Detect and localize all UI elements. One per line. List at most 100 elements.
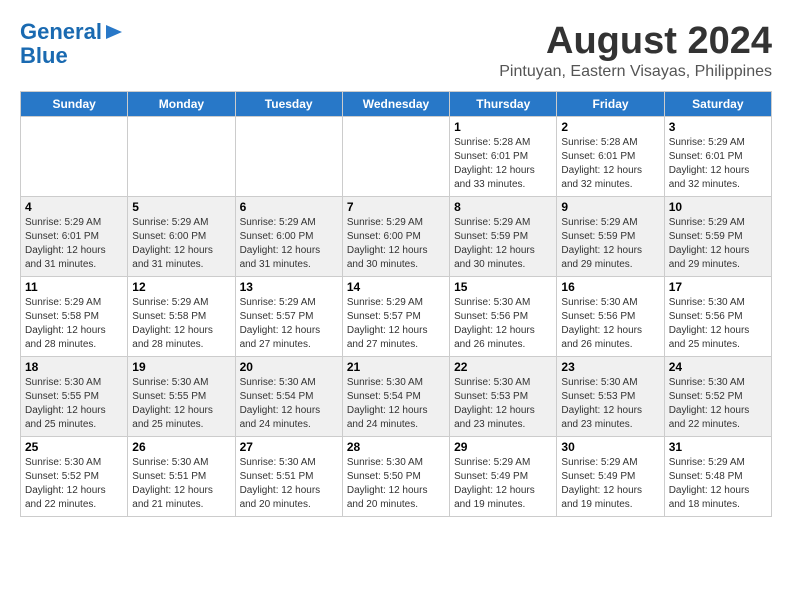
calendar-cell: 8 Sunrise: 5:29 AM Sunset: 5:59 PM Daylig… (450, 197, 557, 277)
day-info: Sunrise: 5:29 AM Sunset: 5:58 PM Dayligh… (132, 297, 213, 350)
calendar-cell: 25 Sunrise: 5:30 AM Sunset: 5:52 PM Dayli… (21, 437, 128, 517)
calendar-cell: 24Sunrise: 5:30 AM Sunset: 5:52 PM Dayli… (664, 357, 771, 437)
calendar-cell: 6 Sunrise: 5:29 AM Sunset: 6:00 PM Daylig… (235, 197, 342, 277)
day-number: 31 (669, 440, 767, 454)
logo: General Blue (20, 20, 122, 68)
calendar-cell: 30 Sunrise: 5:29 AM Sunset: 5:49 PM Dayli… (557, 437, 664, 517)
day-info: Sunrise: 5:30 AM Sunset: 5:52 PM Dayligh… (25, 457, 106, 510)
calendar-cell: 13Sunrise: 5:29 AM Sunset: 5:57 PM Dayli… (235, 277, 342, 357)
day-info: Sunrise: 5:30 AM Sunset: 5:54 PM Dayligh… (347, 377, 428, 430)
calendar-cell: 9 Sunrise: 5:29 AM Sunset: 5:59 PM Daylig… (557, 197, 664, 277)
day-info: Sunrise: 5:29 AM Sunset: 6:00 PM Dayligh… (347, 217, 428, 270)
month-title: August 2024 (499, 20, 772, 63)
day-number: 1 (454, 120, 552, 134)
day-info: Sunrise: 5:30 AM Sunset: 5:56 PM Dayligh… (669, 297, 750, 350)
day-header-thursday: Thursday (450, 92, 557, 117)
day-info: Sunrise: 5:30 AM Sunset: 5:56 PM Dayligh… (561, 297, 642, 350)
day-header-sunday: Sunday (21, 92, 128, 117)
day-number: 29 (454, 440, 552, 454)
logo-flag-icon (104, 25, 122, 39)
calendar-cell: 29 Sunrise: 5:29 AM Sunset: 5:49 PM Dayli… (450, 437, 557, 517)
day-number: 25 (25, 440, 123, 454)
day-number: 13 (240, 280, 338, 294)
calendar-table: SundayMondayTuesdayWednesdayThursdayFrid… (20, 91, 772, 517)
calendar-cell: 27 Sunrise: 5:30 AM Sunset: 5:51 PM Dayli… (235, 437, 342, 517)
calendar-cell: 23 Sunrise: 5:30 AM Sunset: 5:53 PM Dayli… (557, 357, 664, 437)
day-info: Sunrise: 5:29 AM Sunset: 5:58 PM Dayligh… (25, 297, 106, 350)
logo-general: General (20, 19, 102, 44)
day-info: Sunrise: 5:28 AM Sunset: 6:01 PM Dayligh… (561, 137, 642, 190)
day-info: Sunrise: 5:29 AM Sunset: 5:48 PM Dayligh… (669, 457, 750, 510)
day-info: Sunrise: 5:30 AM Sunset: 5:50 PM Dayligh… (347, 457, 428, 510)
logo-blue-text: Blue (20, 43, 68, 68)
calendar-cell: 26 Sunrise: 5:30 AM Sunset: 5:51 PM Dayli… (128, 437, 235, 517)
day-info: Sunrise: 5:29 AM Sunset: 6:00 PM Dayligh… (132, 217, 213, 270)
day-info: Sunrise: 5:30 AM Sunset: 5:52 PM Dayligh… (669, 377, 750, 430)
day-number: 8 (454, 200, 552, 214)
calendar-week-row: 25 Sunrise: 5:30 AM Sunset: 5:52 PM Dayli… (21, 437, 772, 517)
calendar-cell: 17 Sunrise: 5:30 AM Sunset: 5:56 PM Dayli… (664, 277, 771, 357)
day-info: Sunrise: 5:28 AM Sunset: 6:01 PM Dayligh… (454, 137, 535, 190)
day-info: Sunrise: 5:29 AM Sunset: 5:59 PM Dayligh… (561, 217, 642, 270)
day-info: Sunrise: 5:29 AM Sunset: 6:01 PM Dayligh… (25, 217, 106, 270)
day-number: 27 (240, 440, 338, 454)
calendar-cell: 16Sunrise: 5:30 AM Sunset: 5:56 PM Dayli… (557, 277, 664, 357)
calendar-cell: 1 Sunrise: 5:28 AM Sunset: 6:01 PM Daylig… (450, 117, 557, 197)
day-info: Sunrise: 5:30 AM Sunset: 5:51 PM Dayligh… (132, 457, 213, 510)
day-number: 17 (669, 280, 767, 294)
day-number: 7 (347, 200, 445, 214)
calendar-cell: 28 Sunrise: 5:30 AM Sunset: 5:50 PM Dayli… (342, 437, 449, 517)
calendar-cell: 3Sunrise: 5:29 AM Sunset: 6:01 PM Daylig… (664, 117, 771, 197)
location-title: Pintuyan, Eastern Visayas, Philippines (499, 63, 772, 81)
day-number: 15 (454, 280, 552, 294)
day-number: 23 (561, 360, 659, 374)
calendar-cell (342, 117, 449, 197)
day-header-saturday: Saturday (664, 92, 771, 117)
calendar-week-row: 18 Sunrise: 5:30 AM Sunset: 5:55 PM Dayli… (21, 357, 772, 437)
day-info: Sunrise: 5:29 AM Sunset: 5:57 PM Dayligh… (347, 297, 428, 350)
day-info: Sunrise: 5:29 AM Sunset: 5:49 PM Dayligh… (561, 457, 642, 510)
calendar-cell: 12Sunrise: 5:29 AM Sunset: 5:58 PM Dayli… (128, 277, 235, 357)
logo-blue: Blue (20, 44, 68, 68)
calendar-cell: 2Sunrise: 5:28 AM Sunset: 6:01 PM Daylig… (557, 117, 664, 197)
day-number: 30 (561, 440, 659, 454)
day-number: 19 (132, 360, 230, 374)
day-info: Sunrise: 5:30 AM Sunset: 5:55 PM Dayligh… (132, 377, 213, 430)
calendar-week-row: 1 Sunrise: 5:28 AM Sunset: 6:01 PM Daylig… (21, 117, 772, 197)
day-info: Sunrise: 5:30 AM Sunset: 5:53 PM Dayligh… (561, 377, 642, 430)
calendar-cell: 22 Sunrise: 5:30 AM Sunset: 5:53 PM Dayli… (450, 357, 557, 437)
day-info: Sunrise: 5:29 AM Sunset: 5:59 PM Dayligh… (454, 217, 535, 270)
day-number: 9 (561, 200, 659, 214)
day-info: Sunrise: 5:29 AM Sunset: 5:49 PM Dayligh… (454, 457, 535, 510)
calendar-cell: 15Sunrise: 5:30 AM Sunset: 5:56 PM Dayli… (450, 277, 557, 357)
day-number: 18 (25, 360, 123, 374)
day-number: 6 (240, 200, 338, 214)
calendar-cell: 10Sunrise: 5:29 AM Sunset: 5:59 PM Dayli… (664, 197, 771, 277)
day-number: 14 (347, 280, 445, 294)
day-number: 22 (454, 360, 552, 374)
day-header-tuesday: Tuesday (235, 92, 342, 117)
day-number: 20 (240, 360, 338, 374)
calendar-week-row: 4 Sunrise: 5:29 AM Sunset: 6:01 PM Daylig… (21, 197, 772, 277)
calendar-cell: 19 Sunrise: 5:30 AM Sunset: 5:55 PM Dayli… (128, 357, 235, 437)
calendar-cell: 31 Sunrise: 5:29 AM Sunset: 5:48 PM Dayli… (664, 437, 771, 517)
calendar-cell: 11Sunrise: 5:29 AM Sunset: 5:58 PM Dayli… (21, 277, 128, 357)
day-info: Sunrise: 5:29 AM Sunset: 5:59 PM Dayligh… (669, 217, 750, 270)
calendar-cell: 4 Sunrise: 5:29 AM Sunset: 6:01 PM Daylig… (21, 197, 128, 277)
calendar-cell: 14 Sunrise: 5:29 AM Sunset: 5:57 PM Dayli… (342, 277, 449, 357)
calendar-cell: 5 Sunrise: 5:29 AM Sunset: 6:00 PM Daylig… (128, 197, 235, 277)
day-info: Sunrise: 5:30 AM Sunset: 5:55 PM Dayligh… (25, 377, 106, 430)
logo-text: General (20, 20, 102, 44)
calendar-cell: 18 Sunrise: 5:30 AM Sunset: 5:55 PM Dayli… (21, 357, 128, 437)
day-info: Sunrise: 5:29 AM Sunset: 6:01 PM Dayligh… (669, 137, 750, 190)
day-info: Sunrise: 5:30 AM Sunset: 5:53 PM Dayligh… (454, 377, 535, 430)
day-number: 26 (132, 440, 230, 454)
day-info: Sunrise: 5:30 AM Sunset: 5:51 PM Dayligh… (240, 457, 321, 510)
calendar-cell (21, 117, 128, 197)
day-number: 5 (132, 200, 230, 214)
day-info: Sunrise: 5:29 AM Sunset: 6:00 PM Dayligh… (240, 217, 321, 270)
title-area: August 2024 Pintuyan, Eastern Visayas, P… (499, 20, 772, 81)
day-number: 4 (25, 200, 123, 214)
calendar-week-row: 11Sunrise: 5:29 AM Sunset: 5:58 PM Dayli… (21, 277, 772, 357)
day-number: 28 (347, 440, 445, 454)
